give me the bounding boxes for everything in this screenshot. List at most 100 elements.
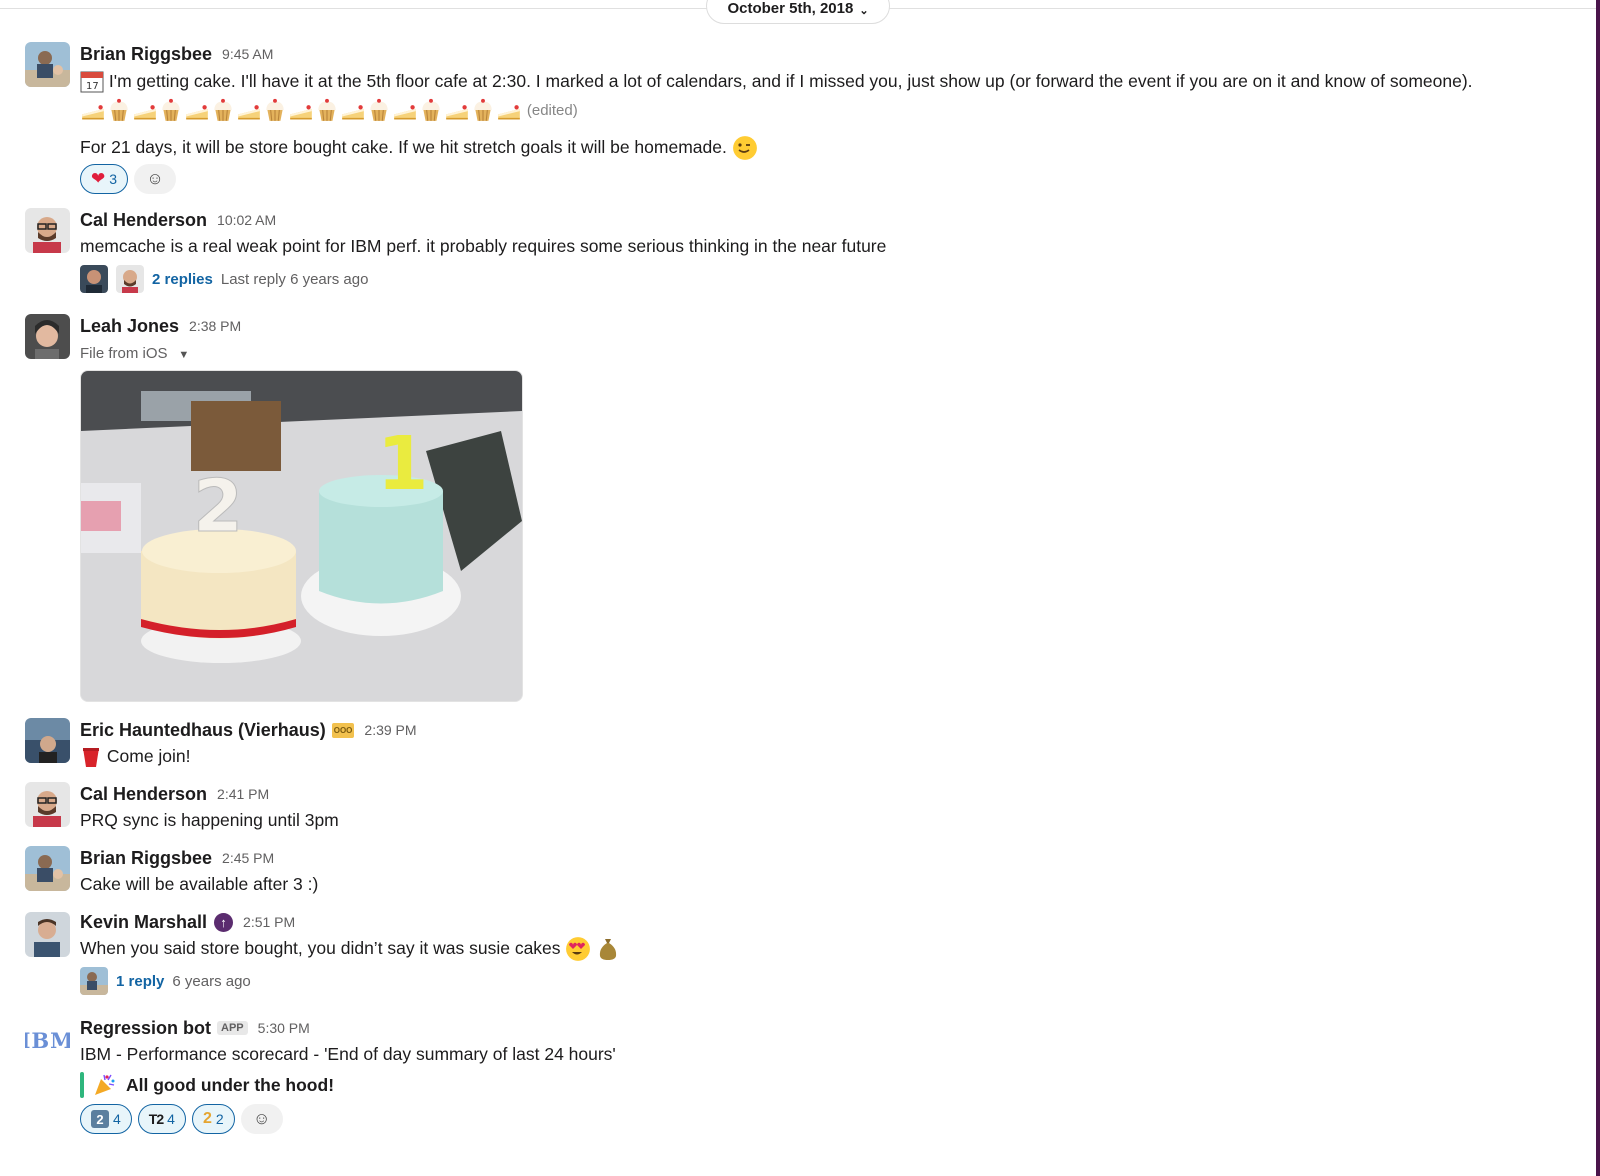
message-header: Cal Henderson 2:41 PM bbox=[80, 782, 1590, 806]
message-line: I'm getting cake. I'll have it at the 5t… bbox=[108, 71, 1473, 91]
message-text: memcache is a real weak point for IBM pe… bbox=[80, 236, 887, 256]
attachment-text: All good under the hood! bbox=[126, 1074, 335, 1095]
thread-participant-avatar bbox=[80, 265, 108, 293]
author-name[interactable]: Leah Jones bbox=[80, 316, 179, 337]
file-caption-row[interactable]: File from iOS ▼ bbox=[80, 338, 1590, 369]
red-cup-icon bbox=[83, 748, 99, 768]
message-header: Eric Hauntedhaus (Vierhaus) OOO 2:39 PM bbox=[80, 718, 1590, 742]
author-name[interactable]: Regression bot bbox=[80, 1018, 211, 1039]
timestamp[interactable]: 2:45 PM bbox=[222, 850, 274, 866]
bot-avatar[interactable]: IBM bbox=[25, 1022, 70, 1058]
reaction-bar: 2 4 T2 4 2 2 ☺ bbox=[80, 1104, 1590, 1134]
author-name[interactable]: Brian Riggsbee bbox=[80, 44, 212, 65]
author-name[interactable]: Eric Hauntedhaus (Vierhaus) bbox=[80, 720, 326, 741]
thread-summary[interactable]: 2 replies Last reply 6 years ago bbox=[80, 264, 1590, 294]
avatar[interactable] bbox=[25, 718, 70, 763]
cake-icon bbox=[392, 97, 418, 123]
message-header: Brian Riggsbee 2:45 PM bbox=[80, 846, 1590, 870]
thread-participant-avatar bbox=[80, 967, 108, 996]
avatar[interactable] bbox=[25, 782, 70, 827]
wink-emoji-icon bbox=[732, 135, 758, 161]
chevron-down-icon: ⌄ bbox=[859, 5, 869, 17]
author-name[interactable]: Cal Henderson bbox=[80, 210, 207, 231]
last-reply-text: 6 years ago bbox=[172, 972, 251, 990]
author-name[interactable]: Cal Henderson bbox=[80, 784, 207, 805]
message-text: Cake will be available after 3 :) bbox=[80, 874, 319, 894]
message-text: 17 I'm getting cake. I'll have it at the… bbox=[80, 67, 1590, 95]
add-reaction-button[interactable]: ☺ bbox=[134, 164, 177, 195]
avatar[interactable] bbox=[25, 912, 70, 957]
replies-link[interactable]: 1 reply bbox=[116, 973, 164, 990]
reaction-heart[interactable]: ❤ 3 bbox=[80, 164, 129, 195]
timestamp[interactable]: 2:41 PM bbox=[217, 786, 269, 802]
add-reaction-button[interactable]: ☺ bbox=[240, 1104, 283, 1134]
reaction-bar: ❤ 3 ☺ bbox=[80, 164, 1590, 195]
calendar-icon: 17 bbox=[80, 71, 104, 93]
app-badge: APP bbox=[217, 1021, 248, 1035]
message-header: Leah Jones 2:38 PM bbox=[80, 314, 1590, 338]
reaction-count: 3 bbox=[109, 171, 118, 188]
cupcake-icon bbox=[106, 97, 132, 123]
file-caption: File from iOS bbox=[80, 345, 168, 362]
timestamp[interactable]: 5:30 PM bbox=[258, 1020, 310, 1036]
cake-icon bbox=[444, 97, 470, 123]
reaction-count: 4 bbox=[113, 1111, 121, 1127]
reaction-2[interactable]: 2 4 bbox=[80, 1104, 132, 1134]
cake-icon bbox=[132, 97, 158, 123]
message-header: Regression bot APP 5:30 PM bbox=[80, 1016, 1590, 1040]
avatar[interactable] bbox=[25, 42, 70, 87]
cupcake-icon bbox=[366, 97, 392, 123]
tada-icon bbox=[95, 1074, 115, 1095]
message-line: For 21 days, it will be store bought cak… bbox=[80, 137, 727, 157]
window-edge bbox=[1596, 0, 1600, 1176]
cupcake-icon bbox=[262, 97, 288, 123]
ibm-logo: IBM bbox=[25, 1027, 70, 1053]
timestamp[interactable]: 9:45 AM bbox=[222, 46, 273, 62]
thread-summary[interactable]: 1 reply 6 years ago bbox=[80, 966, 1590, 996]
cupcake-icon bbox=[210, 97, 236, 123]
ooo-status-badge[interactable]: OOO bbox=[331, 722, 355, 738]
cake-icon bbox=[340, 97, 366, 123]
message-header: Brian Riggsbee 9:45 AM bbox=[80, 42, 1590, 66]
message-text: IBM - Performance scorecard - 'End of da… bbox=[80, 1044, 616, 1064]
message-text: When you said store bought, you didn’t s… bbox=[80, 934, 1590, 962]
cupcake-icon bbox=[470, 97, 496, 123]
caret-down-icon: ▼ bbox=[178, 349, 190, 361]
timestamp[interactable]: 2:51 PM bbox=[243, 914, 295, 930]
timestamp[interactable]: 2:38 PM bbox=[189, 318, 241, 334]
author-name[interactable]: Kevin Marshall bbox=[80, 912, 207, 933]
reaction-count: 2 bbox=[215, 1111, 224, 1127]
message-text: For 21 days, it will be store bought cak… bbox=[80, 133, 1590, 161]
replies-link[interactable]: 2 replies bbox=[152, 271, 213, 288]
edited-label: (edited) bbox=[526, 102, 578, 119]
author-name[interactable]: Brian Riggsbee bbox=[80, 848, 212, 869]
heart-eyes-emoji-icon bbox=[565, 936, 591, 962]
date-divider-label: October 5th, 2018 bbox=[727, 0, 854, 17]
avatar[interactable] bbox=[25, 208, 70, 253]
add-reaction-icon: ☺ bbox=[252, 1109, 271, 1128]
boost-icon[interactable]: ↑ bbox=[214, 912, 234, 932]
gold-two-icon: 2 bbox=[202, 1110, 212, 1127]
timestamp[interactable]: 2:39 PM bbox=[364, 722, 416, 738]
add-reaction-icon: ☺ bbox=[146, 169, 164, 189]
cake-icon bbox=[80, 97, 106, 123]
avatar[interactable] bbox=[25, 846, 70, 891]
reaction-2-gold[interactable]: 2 2 bbox=[191, 1104, 235, 1134]
cake-icon bbox=[496, 97, 522, 123]
date-divider-button[interactable]: October 5th, 2018 ⌄ bbox=[706, 0, 890, 24]
cake-photo[interactable]: 2 1 bbox=[80, 370, 523, 702]
message-header: Cal Henderson 10:02 AM bbox=[80, 208, 1590, 232]
keycap-two-icon: 2 bbox=[91, 1110, 109, 1128]
timestamp[interactable]: 10:02 AM bbox=[217, 212, 276, 228]
message-header: Kevin Marshall ↑ 2:51 PM bbox=[80, 910, 1590, 934]
svg-text:17: 17 bbox=[86, 81, 99, 92]
cupcake-icon bbox=[158, 97, 184, 123]
thread-participant-avatar bbox=[116, 265, 144, 293]
avatar[interactable] bbox=[25, 314, 70, 359]
emoji-row: (edited) bbox=[80, 95, 1590, 125]
photo-number-candle: 1 bbox=[377, 421, 429, 507]
reaction-count: 4 bbox=[167, 1111, 175, 1127]
message-text: Come join! bbox=[80, 742, 1590, 770]
reaction-t2[interactable]: T2 4 bbox=[137, 1104, 186, 1134]
message-text: PRQ sync is happening until 3pm bbox=[80, 810, 339, 830]
